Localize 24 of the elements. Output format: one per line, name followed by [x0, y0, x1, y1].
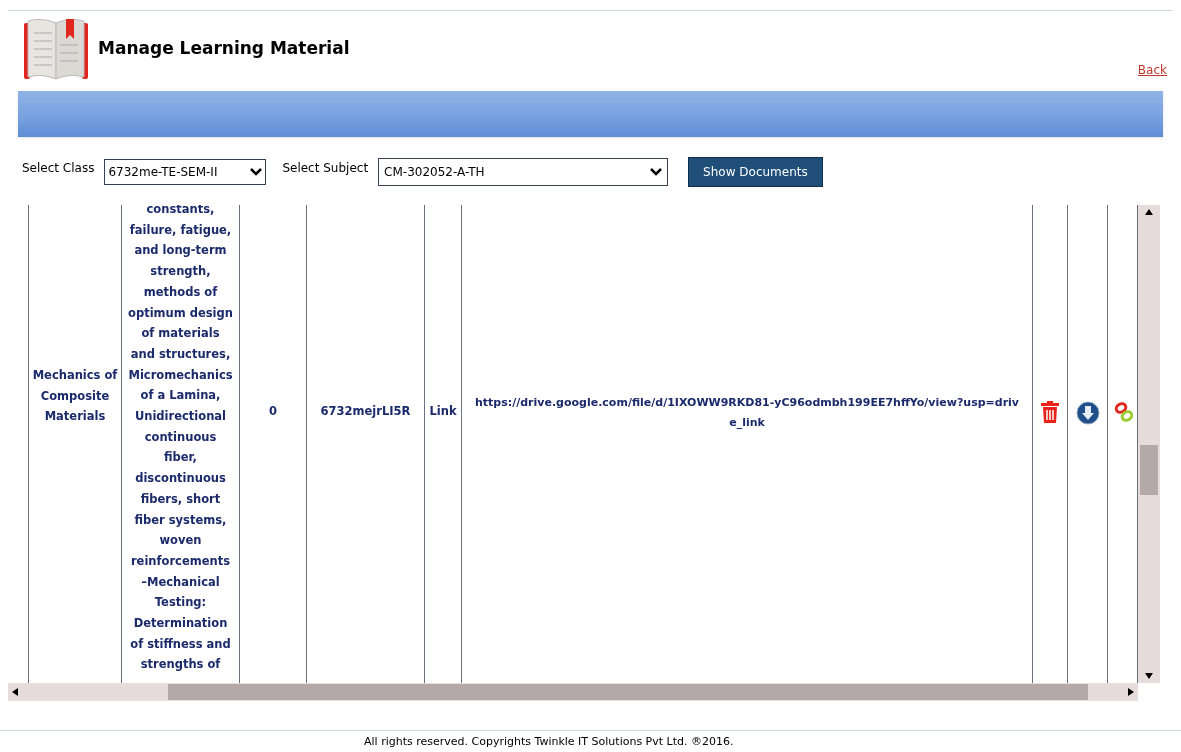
- back-link[interactable]: Back: [1137, 61, 1167, 79]
- scroll-up-icon[interactable]: [1145, 209, 1153, 215]
- download-icon[interactable]: [1076, 401, 1099, 425]
- subject-label: Select Subject: [282, 160, 369, 177]
- scroll-right-icon[interactable]: [1128, 688, 1134, 696]
- url-text: https://drive.google.com/file/d/1IXOWW9RKD81-yC96odmbh199EE7hffYo/view?usp=drive_link: [474, 395, 1020, 431]
- show-documents-button[interactable]: Show Documents: [688, 157, 823, 187]
- table-cell-text: Link: [428, 403, 458, 420]
- class-label: Select Class: [22, 160, 95, 177]
- class-select[interactable]: 6732me-TE-SEM-II: [104, 159, 267, 185]
- table-cell-text: 0: [268, 403, 278, 420]
- trash-icon[interactable]: [1041, 401, 1059, 423]
- page-title: Manage Learning Material: [98, 36, 350, 60]
- chevron-down-icon: [650, 168, 663, 176]
- scroll-down-icon[interactable]: [1145, 673, 1153, 679]
- copyright-text: All rights reserved. Copyrights Twinkle IT Solutions Pvt Ltd. ®2016.: [364, 734, 734, 750]
- vertical-scrollbar[interactable]: [1138, 205, 1160, 683]
- chevron-down-icon: [250, 168, 263, 176]
- table-cell-text: Mechanics of Composite Materials: [31, 367, 119, 426]
- chain-link-icon[interactable]: [1114, 402, 1133, 422]
- scroll-left-icon[interactable]: [12, 688, 18, 696]
- subject-select[interactable]: CM-302052-A-TH: [378, 158, 669, 186]
- table-cell-text: 6732mejrLI5R: [319, 403, 412, 420]
- description-text: constants, failure, fatigue, and long-term strength, methods of optimum design of materials and structures, Micromechanics of a Lamina, Unidirectional continuous fiber, discontinuous fibers, short fiber systems, woven reinforcements –Mechanical Testing: Determination of stiffness and strengths of: [127, 205, 234, 674]
